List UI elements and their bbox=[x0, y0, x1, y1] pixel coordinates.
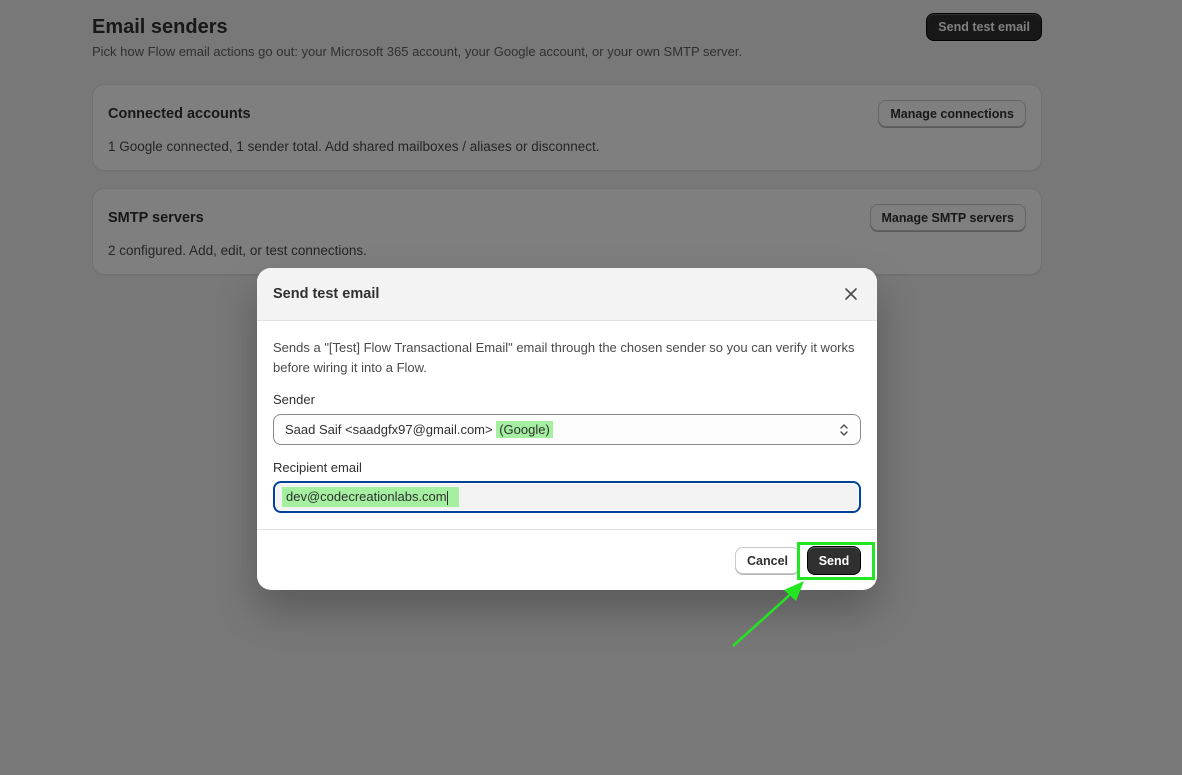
dialog-description: Sends a "[Test] Flow Transactional Email… bbox=[273, 340, 855, 375]
send-button[interactable]: Send bbox=[807, 546, 861, 575]
recipient-email-value: dev@codecreationlabs.com bbox=[286, 489, 447, 505]
text-caret bbox=[446, 490, 448, 505]
dialog-footer: Cancel Send bbox=[257, 529, 877, 590]
dialog-header: Send test email bbox=[257, 268, 877, 321]
recipient-email-input[interactable]: dev@codecreationlabs.com bbox=[273, 481, 861, 513]
chevron-up-down-icon bbox=[840, 424, 848, 436]
sender-value: Saad Saif <saadgfx97@gmail.com> bbox=[285, 422, 493, 437]
sender-label: Sender bbox=[273, 392, 315, 407]
recipient-email-label: Recipient email bbox=[273, 460, 362, 475]
sender-select[interactable]: Saad Saif <saadgfx97@gmail.com> (Google) bbox=[273, 414, 861, 445]
sender-provider: (Google) bbox=[496, 421, 553, 438]
dialog-title: Send test email bbox=[273, 286, 380, 302]
close-icon bbox=[845, 288, 857, 300]
close-button[interactable] bbox=[841, 284, 861, 304]
recipient-email-text-wrap: dev@codecreationlabs.com bbox=[282, 487, 459, 507]
send-test-email-dialog: Send test email Sends a "[Test] Flow Tra… bbox=[257, 268, 877, 590]
cancel-button[interactable]: Cancel bbox=[735, 547, 800, 574]
